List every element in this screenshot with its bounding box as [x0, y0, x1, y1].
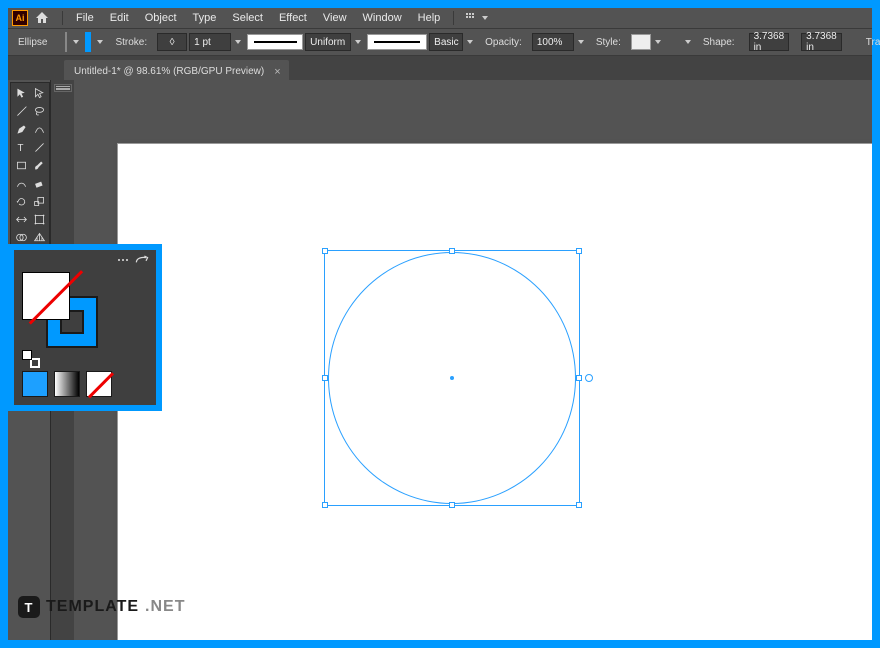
shape-height-field[interactable]: 3.7368 in — [801, 33, 842, 51]
menu-type[interactable]: Type — [186, 10, 224, 26]
fill-stroke-panel — [14, 250, 156, 405]
svg-text:T: T — [17, 143, 23, 154]
document-tab-title: Untitled-1* @ 98.61% (RGB/GPU Preview) — [74, 66, 264, 77]
fill-swatch-none[interactable] — [65, 32, 67, 52]
shaper-tool[interactable] — [13, 175, 30, 192]
app-badge: Ai — [12, 10, 28, 26]
brush-definition-dropdown[interactable]: Basic — [367, 33, 475, 51]
rectangle-tool[interactable] — [13, 157, 30, 174]
scale-tool[interactable] — [31, 193, 48, 210]
resize-handle-bl[interactable] — [322, 502, 328, 508]
free-transform-tool[interactable] — [31, 211, 48, 228]
resize-handle-mr[interactable] — [576, 375, 582, 381]
graphic-style-dropdown[interactable] — [631, 34, 663, 50]
transform-panel-button[interactable]: Transform — [858, 34, 880, 51]
stroke-profile-dropdown[interactable]: Uniform — [247, 33, 363, 51]
panel-tab-icon[interactable] — [54, 84, 72, 92]
document-tab[interactable]: Untitled-1* @ 98.61% (RGB/GPU Preview) × — [64, 60, 289, 80]
shape-label: Shape: — [697, 37, 741, 48]
stroke-swatch[interactable] — [85, 32, 91, 52]
rotate-tool[interactable] — [13, 193, 30, 210]
eraser-tool[interactable] — [31, 175, 48, 192]
drag-handle-icon[interactable] — [118, 259, 128, 261]
resize-handle-tr[interactable] — [576, 248, 582, 254]
control-bar: Ellipse Stroke: ◊ 1 pt Uniform Basic Opa… — [8, 28, 872, 56]
color-mode-solid[interactable] — [22, 371, 48, 397]
fill-proxy-none[interactable] — [22, 272, 70, 320]
magic-wand-tool[interactable] — [13, 103, 30, 120]
swap-fill-stroke-icon[interactable] — [134, 254, 150, 266]
menu-select[interactable]: Select — [225, 10, 270, 26]
menu-view[interactable]: View — [316, 10, 354, 26]
resize-handle-tl[interactable] — [322, 248, 328, 254]
pie-widget-handle[interactable] — [585, 374, 593, 382]
menu-bar: Ai File Edit Object Type Select Effect V… — [8, 8, 872, 28]
width-tool[interactable] — [13, 211, 30, 228]
active-tool-label: Ellipse — [12, 37, 53, 48]
color-mode-row — [22, 371, 112, 397]
stroke-label: Stroke: — [109, 37, 153, 48]
color-mode-none[interactable] — [86, 371, 112, 397]
color-mode-gradient[interactable] — [54, 371, 80, 397]
pen-tool[interactable] — [13, 121, 30, 138]
align-dropdown-icon[interactable] — [685, 40, 691, 44]
fill-dropdown-icon[interactable] — [73, 40, 79, 44]
line-segment-tool[interactable] — [31, 139, 48, 156]
selection-tool[interactable] — [13, 85, 30, 102]
home-icon[interactable] — [34, 10, 50, 26]
watermark: T TEMPLATE .NET — [18, 596, 185, 618]
menu-divider — [62, 11, 63, 25]
workspace-switcher[interactable] — [466, 13, 488, 23]
stroke-weight-stepper[interactable]: ◊ 1 pt — [157, 33, 243, 51]
default-fill-stroke-icon[interactable] — [22, 350, 40, 368]
resize-handle-ml[interactable] — [322, 375, 328, 381]
lasso-tool[interactable] — [31, 103, 48, 120]
canvas-area[interactable] — [74, 80, 872, 640]
watermark-suffix: .NET — [145, 598, 185, 616]
menu-help[interactable]: Help — [411, 10, 448, 26]
menu-edit[interactable]: Edit — [103, 10, 136, 26]
type-tool[interactable]: T — [13, 139, 30, 156]
direct-selection-tool[interactable] — [31, 85, 48, 102]
shape-width-field[interactable]: 3.7368 in — [749, 33, 790, 51]
menu-object[interactable]: Object — [138, 10, 184, 26]
opacity-label: Opacity: — [479, 37, 528, 48]
opacity-field[interactable]: 100% — [532, 33, 586, 51]
tools-panel: T — [10, 82, 50, 249]
paintbrush-tool[interactable] — [31, 157, 48, 174]
selection-bounding-box[interactable] — [324, 250, 580, 506]
menu-file[interactable]: File — [69, 10, 101, 26]
resize-handle-tm[interactable] — [449, 248, 455, 254]
stroke-dropdown-icon[interactable] — [97, 40, 103, 44]
document-tabs-row: Untitled-1* @ 98.61% (RGB/GPU Preview) × — [8, 56, 872, 80]
style-label: Style: — [590, 37, 627, 48]
curvature-tool[interactable] — [31, 121, 48, 138]
resize-handle-br[interactable] — [576, 502, 582, 508]
watermark-text: TEMPLATE — [46, 598, 139, 616]
close-tab-icon[interactable]: × — [274, 66, 280, 78]
menu-window[interactable]: Window — [356, 10, 409, 26]
menu-divider — [453, 11, 454, 25]
fill-stroke-callout — [8, 244, 162, 411]
watermark-badge: T — [18, 596, 40, 618]
artboard[interactable] — [118, 144, 872, 640]
menu-effect[interactable]: Effect — [272, 10, 314, 26]
selection-center-icon — [450, 376, 454, 380]
fill-stroke-proxy[interactable] — [22, 272, 96, 346]
resize-handle-bm[interactable] — [449, 502, 455, 508]
